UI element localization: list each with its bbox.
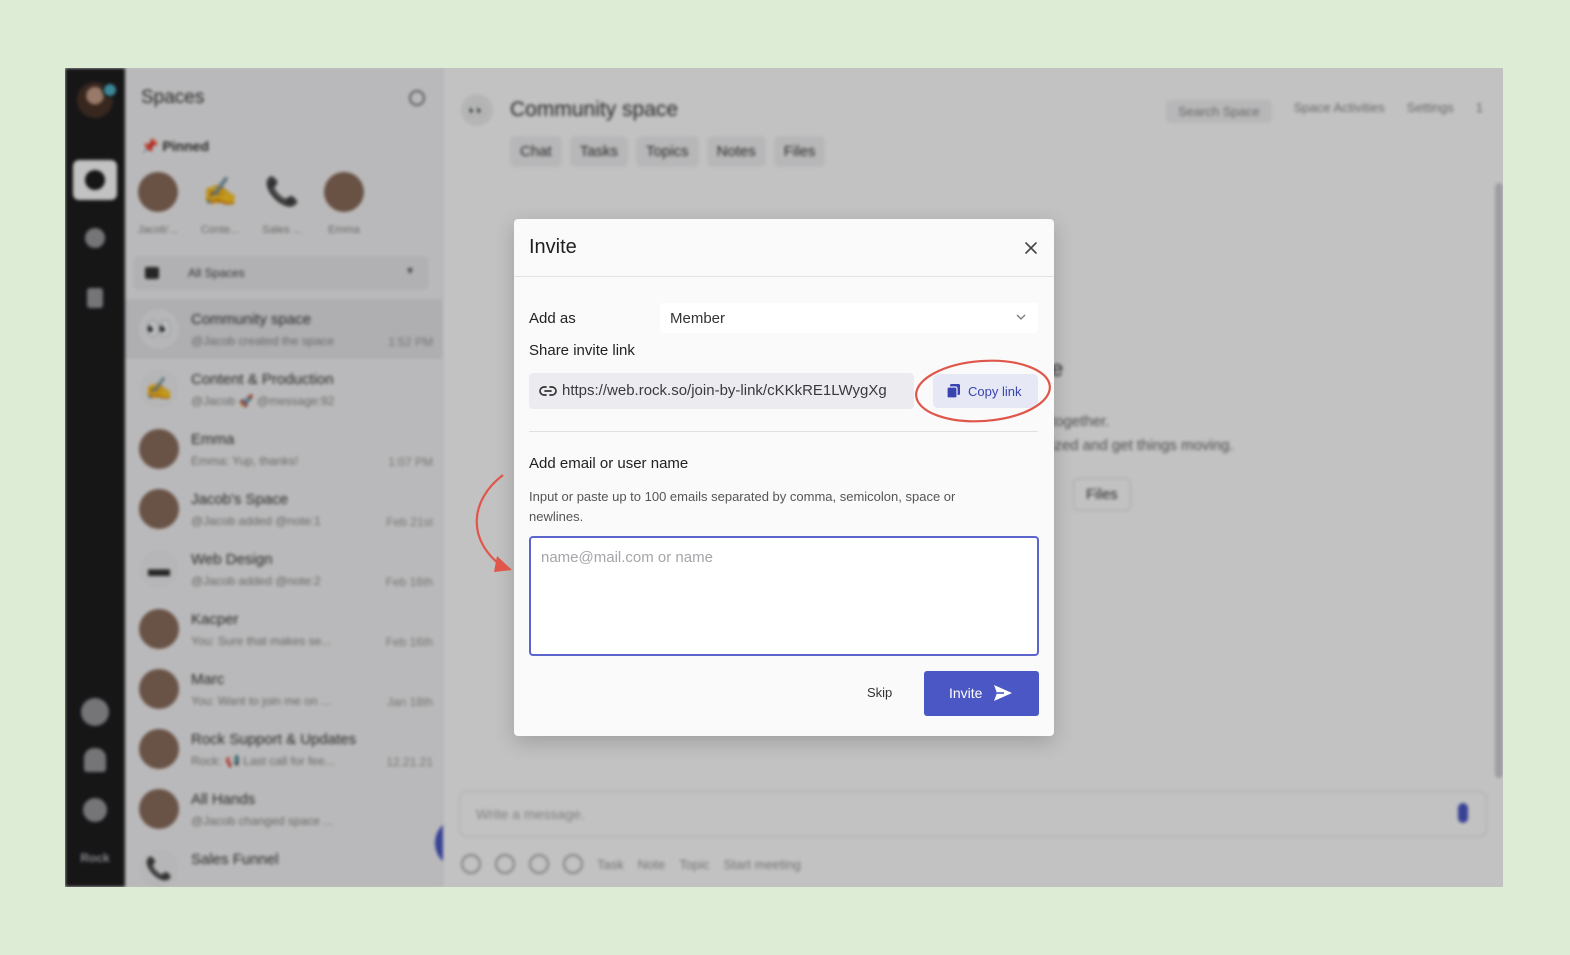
copy-link-label: Copy link (968, 384, 1022, 399)
send-icon (994, 685, 1012, 701)
add-as-label: Add as (529, 310, 576, 327)
role-value: Member (670, 310, 726, 327)
help-text: Input or paste up to 100 emails separate… (529, 489, 956, 524)
skip-button[interactable]: Skip (867, 685, 892, 700)
email-label: Add email or user name (529, 455, 689, 472)
divider (529, 431, 1038, 432)
invite-button-label: Invite (949, 685, 983, 701)
invite-url: https://web.rock.so/join-by-link/cKKkRE1… (562, 382, 887, 399)
close-icon[interactable] (1022, 239, 1040, 257)
copy-icon (947, 384, 960, 398)
invite-button[interactable]: Invite (924, 671, 1039, 716)
invite-link-field[interactable]: https://web.rock.so/join-by-link/cKKkRE1… (529, 373, 914, 409)
link-icon (539, 386, 557, 396)
invite-modal: Invite Add as Member Share invite link h… (514, 219, 1054, 736)
role-select[interactable]: Member (660, 303, 1038, 333)
share-link-label: Share invite link (529, 342, 635, 359)
modal-header: Invite (514, 219, 1054, 277)
modal-title: Invite (529, 236, 577, 258)
copy-link-button[interactable]: Copy link (933, 374, 1038, 408)
email-input[interactable] (529, 536, 1039, 656)
chevron-down-icon (1016, 314, 1026, 320)
